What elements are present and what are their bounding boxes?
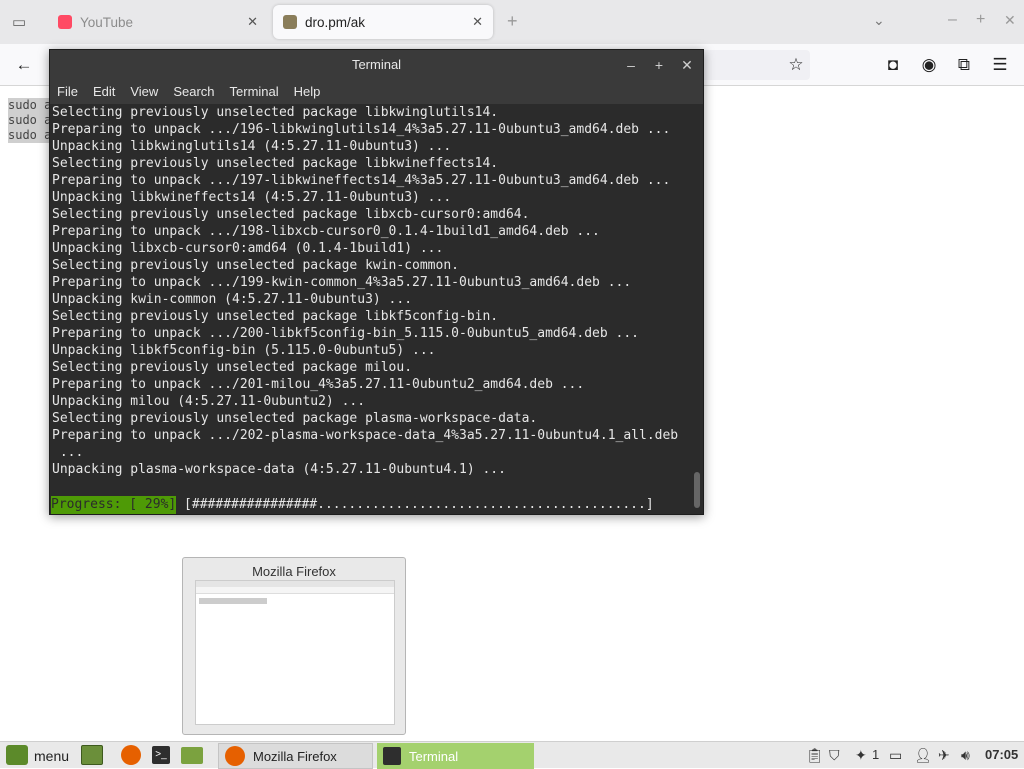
terminal-line: Unpacking libxcb-cursor0:amd64 (0.1.4-1b… xyxy=(52,241,444,256)
network-icon[interactable]: ✈︎ xyxy=(938,747,950,764)
taskbar-terminal[interactable]: Terminal xyxy=(377,743,534,769)
browser-tab-bar: ▭ YouTube ✕ dro.pm/ak ✕ + ⌄ – + ✕ xyxy=(0,0,1024,44)
terminal-title: Terminal xyxy=(351,57,402,72)
terminal-line: Unpacking plasma-workspace-data (4:5.27.… xyxy=(52,462,506,477)
terminal-menubar: File Edit View Search Terminal Help xyxy=(50,80,703,104)
terminal-line: ... xyxy=(52,445,84,460)
shield-icon[interactable]: ⛉ xyxy=(829,747,840,764)
menu-search[interactable]: Search xyxy=(173,80,214,104)
firefox-launcher-icon[interactable] xyxy=(121,745,141,765)
progress-bar: [################.......................… xyxy=(176,497,654,512)
notification-icon[interactable]: ✦ xyxy=(855,747,867,764)
new-tab-button[interactable]: + xyxy=(507,11,518,32)
terminal-line: Preparing to unpack .../201-milou_4%3a5.… xyxy=(52,377,585,392)
terminal-line: Unpacking libkwineffects14 (4:5.27.11-0u… xyxy=(52,190,452,205)
page-text-line: sudo a xyxy=(8,98,50,113)
menu-button[interactable]: menu xyxy=(34,748,69,764)
terminal-line: Preparing to unpack .../199-kwin-common_… xyxy=(52,275,632,290)
youtube-icon xyxy=(58,15,72,29)
tab-list-chevron-icon[interactable]: ⌄ xyxy=(873,12,885,29)
menu-help[interactable]: Help xyxy=(294,80,321,104)
close-icon[interactable]: ✕ xyxy=(472,14,483,30)
taskbar: menu >_ Mozilla Firefox Terminal 📋︎ ⛉ ✦ … xyxy=(0,741,1024,769)
user-icon[interactable]: 👤︎ xyxy=(914,747,932,764)
terminal-titlebar[interactable]: Terminal – + ✕ xyxy=(50,50,703,80)
progress-row: Progress: [ 29%] [################......… xyxy=(51,496,654,514)
menu-view[interactable]: View xyxy=(130,80,158,104)
preview-title: Mozilla Firefox xyxy=(252,564,336,579)
window-preview-popup[interactable]: Mozilla Firefox xyxy=(182,557,406,735)
terminal-lines: Selecting previously unselected package … xyxy=(52,104,692,478)
taskbar-firefox[interactable]: Mozilla Firefox xyxy=(218,743,373,769)
terminal-line: Selecting previously unselected package … xyxy=(52,156,499,171)
menu-terminal[interactable]: Terminal xyxy=(230,80,279,104)
terminal-line: Unpacking milou (4:5.27.11-0ubuntu2) ... xyxy=(52,394,366,409)
display-icon[interactable]: ▭ xyxy=(889,747,902,764)
terminal-line: Selecting previously unselected package … xyxy=(52,411,538,426)
clock[interactable]: 07:05 xyxy=(985,747,1018,762)
terminal-window[interactable]: Terminal – + ✕ File Edit View Search Ter… xyxy=(49,49,704,515)
terminal-line: Selecting previously unselected package … xyxy=(52,309,499,324)
page-content: sudo a sudo a sudo a xyxy=(8,98,50,143)
account-icon[interactable]: ◉ xyxy=(918,54,940,76)
terminal-line: Preparing to unpack .../200-libkf5config… xyxy=(52,326,639,341)
show-desktop-icon[interactable] xyxy=(81,745,103,765)
tab-title: YouTube xyxy=(80,14,134,30)
clipboard-icon[interactable]: 📋︎ xyxy=(806,747,824,764)
minimize-icon[interactable]: – xyxy=(948,11,957,29)
extensions-icon[interactable]: ⧉ xyxy=(953,54,975,76)
progress-label: Progress: [ 29%] xyxy=(51,496,177,514)
terminal-line: Preparing to unpack .../198-libxcb-curso… xyxy=(52,224,600,239)
menu-edit[interactable]: Edit xyxy=(93,80,115,104)
volume-icon[interactable]: 🔊︎ xyxy=(961,747,970,764)
terminal-line: Selecting previously unselected package … xyxy=(52,207,530,222)
tab-overview-icon[interactable]: ▭ xyxy=(12,13,26,31)
bookmark-star-icon[interactable]: ☆ xyxy=(785,54,807,76)
terminal-launcher-icon[interactable]: >_ xyxy=(152,746,170,764)
menu-hamburger-icon[interactable]: ☰ xyxy=(989,54,1011,76)
files-launcher-icon[interactable] xyxy=(181,747,203,764)
pocket-icon[interactable]: ◘ xyxy=(882,54,904,76)
terminal-line: Preparing to unpack .../202-plasma-works… xyxy=(52,428,679,443)
maximize-icon[interactable]: + xyxy=(651,57,667,73)
site-favicon-icon xyxy=(283,15,297,29)
back-arrow-icon[interactable]: ← xyxy=(13,54,35,76)
terminal-icon xyxy=(383,747,401,765)
taskbar-terminal-label: Terminal xyxy=(409,748,459,764)
close-icon[interactable]: ✕ xyxy=(679,57,695,73)
page-text-line: sudo a xyxy=(8,128,50,143)
close-icon[interactable]: ✕ xyxy=(247,14,258,30)
terminal-line: Selecting previously unselected package … xyxy=(52,258,459,273)
firefox-icon xyxy=(225,746,245,766)
maximize-icon[interactable]: + xyxy=(976,11,985,29)
tab-dro-pm[interactable]: dro.pm/ak ✕ xyxy=(273,5,493,39)
terminal-line: Unpacking libkwinglutils14 (4:5.27.11-0u… xyxy=(52,139,452,154)
minimize-icon[interactable]: – xyxy=(623,57,639,73)
terminal-line: Preparing to unpack .../196-libkwingluti… xyxy=(52,122,671,137)
preview-thumbnail[interactable] xyxy=(195,580,395,725)
tab-title: dro.pm/ak xyxy=(305,14,366,30)
tab-youtube[interactable]: YouTube ✕ xyxy=(48,5,268,39)
page-text-line: sudo a xyxy=(8,113,50,128)
terminal-line: Selecting previously unselected package … xyxy=(52,360,413,375)
menu-file[interactable]: File xyxy=(57,80,78,104)
close-window-icon[interactable]: ✕ xyxy=(1004,12,1016,29)
mint-logo-icon[interactable] xyxy=(6,745,28,765)
terminal-line: Unpacking libkf5config-bin (5.115.0-0ubu… xyxy=(52,343,436,358)
terminal-output[interactable]: Selecting previously unselected package … xyxy=(50,104,703,514)
terminal-line: Preparing to unpack .../197-libkwineffec… xyxy=(52,173,671,188)
terminal-line: Selecting previously unselected package … xyxy=(52,105,499,120)
terminal-scrollbar[interactable] xyxy=(694,472,700,508)
taskbar-firefox-label: Mozilla Firefox xyxy=(253,748,337,764)
terminal-line: Unpacking kwin-common (4:5.27.11-0ubuntu… xyxy=(52,292,413,307)
notification-count: 1 xyxy=(872,747,880,762)
